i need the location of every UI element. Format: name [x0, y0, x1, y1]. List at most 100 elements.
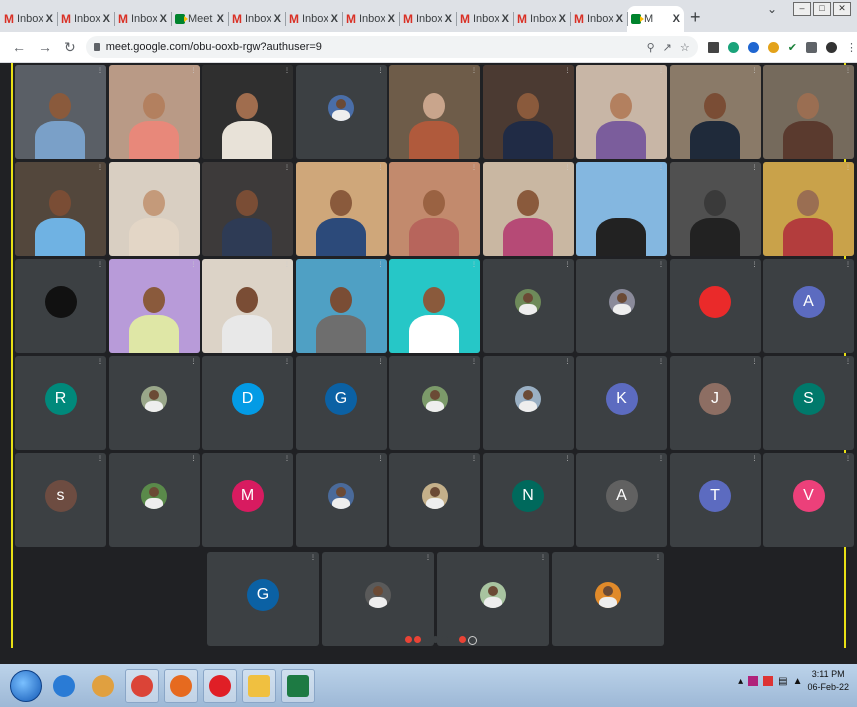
tile-menu-icon[interactable]: ⋮: [845, 358, 851, 365]
participant-tile[interactable]: ⋮: [108, 453, 200, 547]
browser-tab[interactable]: M Inbox X: [0, 6, 57, 32]
camera-off-button[interactable]: [414, 635, 421, 643]
tile-menu-icon[interactable]: ⋮: [425, 554, 431, 561]
tile-menu-icon[interactable]: ⋮: [658, 261, 664, 268]
tab-close-icon[interactable]: X: [103, 13, 110, 25]
network-icon[interactable]: ▤: [778, 676, 787, 687]
green-extension-icon[interactable]: [727, 41, 739, 53]
participant-tile[interactable]: ⋮: [108, 162, 200, 256]
participant-tile[interactable]: ⋮: [669, 162, 761, 256]
reload-icon[interactable]: ↻: [64, 39, 76, 56]
tile-menu-icon[interactable]: ⋮: [845, 261, 851, 268]
present-button[interactable]: [432, 635, 439, 643]
tile-menu-icon[interactable]: ⋮: [658, 164, 664, 171]
tab-close-icon[interactable]: X: [445, 13, 452, 25]
tile-menu-icon[interactable]: ⋮: [752, 358, 758, 365]
browser-tab[interactable]: M Inbox X: [114, 6, 171, 32]
participant-tile[interactable]: R ⋮: [15, 356, 106, 450]
puzzle-extensions-icon[interactable]: [805, 41, 817, 53]
tile-menu-icon[interactable]: ⋮: [845, 67, 851, 74]
participant-tile[interactable]: ⋮: [15, 65, 106, 159]
chrome-taskbar-button[interactable]: [125, 668, 159, 703]
tile-menu-icon[interactable]: ⋮: [658, 455, 664, 462]
tile-menu-icon[interactable]: ⋮: [97, 358, 103, 365]
tile-menu-icon[interactable]: ⋮: [191, 358, 197, 365]
tile-menu-icon[interactable]: ⋮: [378, 455, 384, 462]
tile-menu-icon[interactable]: ⋮: [97, 164, 103, 171]
maximize-button[interactable]: □: [813, 2, 831, 16]
more-options-button[interactable]: [450, 635, 457, 643]
tile-menu-icon[interactable]: ⋮: [752, 67, 758, 74]
tile-menu-icon[interactable]: ⋮: [471, 455, 477, 462]
tile-menu-icon[interactable]: ⋮: [97, 455, 103, 462]
participant-tile[interactable]: ⋮: [108, 65, 200, 159]
participant-tile[interactable]: ⋮: [763, 65, 854, 159]
tab-search-chevron-icon[interactable]: ⌄: [767, 2, 777, 16]
zoom-icon[interactable]: ⚲: [647, 41, 655, 54]
participant-tile[interactable]: V ⋮: [763, 453, 854, 547]
browser-tab[interactable]: M Inbox X: [513, 6, 570, 32]
excel-taskbar-button[interactable]: [281, 668, 315, 703]
check-extension-icon[interactable]: ✔: [788, 41, 797, 54]
participant-tile[interactable]: N ⋮: [482, 453, 574, 547]
participant-tile[interactable]: G ⋮: [295, 356, 387, 450]
participant-tile[interactable]: ⋮: [482, 65, 574, 159]
tile-menu-icon[interactable]: ⋮: [565, 358, 571, 365]
browser-tab[interactable]: M Inbox X: [570, 6, 627, 32]
participant-tile[interactable]: ⋮: [108, 259, 200, 353]
browser-tab[interactable]: MX: [627, 6, 684, 32]
taskbar-clock[interactable]: 3:11 PM 06-Feb-22: [807, 668, 849, 694]
participant-tile[interactable]: K ⋮: [576, 356, 667, 450]
tile-menu-icon[interactable]: ⋮: [97, 67, 103, 74]
participant-tile[interactable]: ⋮: [202, 259, 293, 353]
tile-menu-icon[interactable]: ⋮: [658, 67, 664, 74]
tile-menu-icon[interactable]: ⋮: [310, 554, 316, 561]
tile-menu-icon[interactable]: ⋮: [565, 67, 571, 74]
browser-tab[interactable]: M Inbox X: [399, 6, 456, 32]
tile-menu-icon[interactable]: ⋮: [540, 554, 546, 561]
participant-tile[interactable]: ⋮: [482, 259, 574, 353]
volume-icon[interactable]: ▲: [793, 676, 803, 687]
tile-menu-icon[interactable]: ⋮: [752, 261, 758, 268]
leave-call-button[interactable]: [459, 635, 466, 643]
participant-tile[interactable]: ⋮: [295, 259, 387, 353]
tile-menu-icon[interactable]: ⋮: [471, 261, 477, 268]
participant-tile[interactable]: ⋮: [389, 162, 480, 256]
tab-close-icon[interactable]: X: [274, 13, 281, 25]
tab-close-icon[interactable]: X: [331, 13, 338, 25]
participant-tile[interactable]: S ⋮: [763, 356, 854, 450]
browser-tab[interactable]: M Inbox X: [456, 6, 513, 32]
tile-menu-icon[interactable]: ⋮: [845, 164, 851, 171]
tray-up-arrow-icon[interactable]: ▴: [738, 676, 743, 687]
browser-tab[interactable]: M Inbox X: [228, 6, 285, 32]
tile-menu-icon[interactable]: ⋮: [565, 261, 571, 268]
tile-menu-icon[interactable]: ⋮: [378, 67, 384, 74]
explorer-taskbar-button[interactable]: [242, 668, 276, 703]
tray-warning-icon[interactable]: [763, 676, 774, 686]
participant-tile[interactable]: ⋮: [763, 162, 854, 256]
participant-tile[interactable]: ⋮: [576, 65, 667, 159]
forward-icon[interactable]: →: [38, 39, 52, 55]
start-button[interactable]: [10, 669, 42, 702]
tab-close-icon[interactable]: X: [673, 13, 680, 25]
participant-tile[interactable]: ⋮: [669, 259, 761, 353]
ie-taskbar-button[interactable]: [47, 669, 81, 703]
back-icon[interactable]: ←: [12, 39, 26, 55]
blue-extension-icon[interactable]: [747, 41, 759, 53]
tile-menu-icon[interactable]: ⋮: [845, 455, 851, 462]
participant-tile[interactable]: M ⋮: [202, 453, 293, 547]
participant-tile[interactable]: ⋮: [295, 162, 387, 256]
participant-tile[interactable]: ⋮: [108, 356, 200, 450]
participant-tile[interactable]: ⋮: [669, 65, 761, 159]
bookmark-star-icon[interactable]: ☆: [680, 41, 690, 54]
participant-tile[interactable]: ⋮: [389, 259, 480, 353]
tile-menu-icon[interactable]: ⋮: [284, 261, 290, 268]
tile-menu-icon[interactable]: ⋮: [752, 455, 758, 462]
tile-menu-icon[interactable]: ⋮: [191, 455, 197, 462]
tile-menu-icon[interactable]: ⋮: [471, 358, 477, 365]
participant-tile[interactable]: T ⋮: [669, 453, 761, 547]
orange-extension-icon[interactable]: [767, 41, 779, 53]
tile-menu-icon[interactable]: ⋮: [97, 261, 103, 268]
participant-tile[interactable]: ⋮: [15, 162, 106, 256]
tile-menu-icon[interactable]: ⋮: [471, 164, 477, 171]
